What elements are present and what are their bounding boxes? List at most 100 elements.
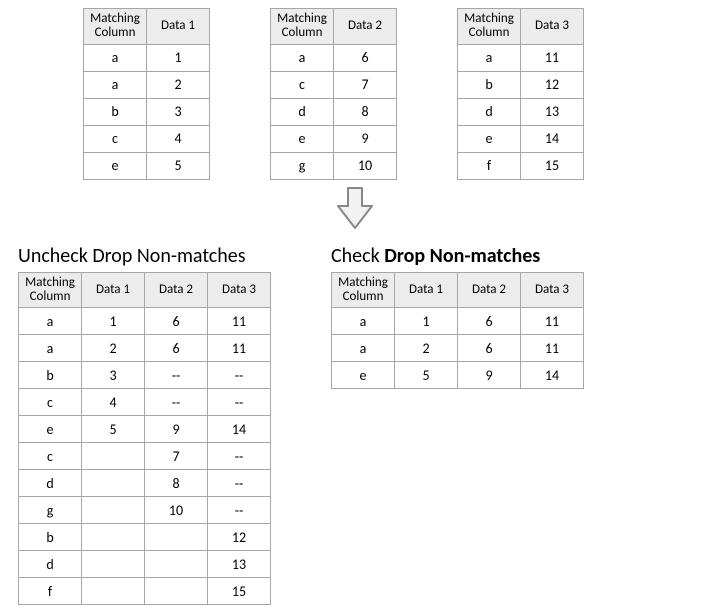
table-cell: 6 <box>458 335 521 362</box>
table-cell: 11 <box>208 308 271 335</box>
table-row: c4---- <box>19 389 271 416</box>
col-header-data3: Data 3 <box>521 272 584 308</box>
table-row: b12 <box>458 71 584 98</box>
table-cell: 15 <box>521 152 584 179</box>
table-cell: 13 <box>208 551 271 578</box>
table-cell: -- <box>145 389 208 416</box>
down-arrow-icon <box>8 184 702 234</box>
col-header-data1: Data 1 <box>82 272 145 308</box>
col-header-data1: Data 1 <box>395 272 458 308</box>
table-cell: 2 <box>147 71 210 98</box>
table-cell: 6 <box>145 335 208 362</box>
table-cell: 3 <box>82 362 145 389</box>
table-cell: -- <box>208 389 271 416</box>
col-header-matching: MatchingColumn <box>458 9 521 45</box>
col-header-matching: MatchingColumn <box>271 9 334 45</box>
uncheck-title: Uncheck Drop Non-matches <box>18 244 271 268</box>
table-cell: a <box>19 335 82 362</box>
table-row: d8 <box>271 98 397 125</box>
col-header-data2: Data 2 <box>145 272 208 308</box>
table-cell: 5 <box>395 362 458 389</box>
table-row: e5914 <box>332 362 584 389</box>
table-cell: c <box>19 443 82 470</box>
table-cell: 5 <box>82 416 145 443</box>
table-row: d13 <box>458 98 584 125</box>
table-cell <box>145 578 208 605</box>
table-cell: b <box>458 71 521 98</box>
check-result-body: a1611a2611e5914 <box>332 308 584 389</box>
col-header-matching: MatchingColumn <box>19 272 82 308</box>
table-cell: 1 <box>82 308 145 335</box>
table-row: b3---- <box>19 362 271 389</box>
table-row: a2 <box>84 71 210 98</box>
table-row: a1 <box>84 44 210 71</box>
table-cell <box>82 497 145 524</box>
table-cell <box>82 551 145 578</box>
table-cell: 14 <box>208 416 271 443</box>
table-row: d 13 <box>19 551 271 578</box>
table-cell: 7 <box>334 71 397 98</box>
table-cell: e <box>458 125 521 152</box>
table-cell: -- <box>145 362 208 389</box>
col-header-data3: Data 3 <box>208 272 271 308</box>
table-cell: 9 <box>458 362 521 389</box>
table-cell: g <box>19 497 82 524</box>
uncheck-result-body: a1611a2611b3----c4----e5914c7--d8--g10--… <box>19 308 271 605</box>
table-cell: a <box>332 335 395 362</box>
table-row: a1611 <box>332 308 584 335</box>
table-row: c7-- <box>19 443 271 470</box>
table-cell: 6 <box>145 308 208 335</box>
table-cell <box>82 470 145 497</box>
table-cell: 4 <box>147 125 210 152</box>
table-cell: 14 <box>521 125 584 152</box>
table-row: a2611 <box>332 335 584 362</box>
source-table-3-body: a11b12d13e14f15 <box>458 44 584 179</box>
table-cell: 10 <box>334 152 397 179</box>
table-row: e9 <box>271 125 397 152</box>
table-row: d8-- <box>19 470 271 497</box>
table-cell: a <box>271 44 334 71</box>
table-cell: 6 <box>458 308 521 335</box>
table-cell: 12 <box>521 71 584 98</box>
table-cell: a <box>458 44 521 71</box>
table-row: f15 <box>458 152 584 179</box>
table-cell: 2 <box>82 335 145 362</box>
col-header-data2: Data 2 <box>334 9 397 45</box>
uncheck-result-table: MatchingColumn Data 1 Data 2 Data 3 a161… <box>18 272 271 606</box>
table-cell: 14 <box>521 362 584 389</box>
check-title: Check Drop Non-matches <box>331 244 584 268</box>
col-header-data3: Data 3 <box>521 9 584 45</box>
table-cell: d <box>19 551 82 578</box>
table-row: e5914 <box>19 416 271 443</box>
check-result-table: MatchingColumn Data 1 Data 2 Data 3 a161… <box>331 272 584 390</box>
table-cell: -- <box>208 497 271 524</box>
table-row: a11 <box>458 44 584 71</box>
table-cell: 8 <box>145 470 208 497</box>
col-header-matching: MatchingColumn <box>84 9 147 45</box>
source-table-1: MatchingColumn Data 1 a1a2b3c4e5 <box>83 8 210 180</box>
table-cell: g <box>271 152 334 179</box>
table-cell: 12 <box>208 524 271 551</box>
table-cell: 1 <box>395 308 458 335</box>
table-cell: -- <box>208 362 271 389</box>
table-row: e14 <box>458 125 584 152</box>
table-cell: e <box>84 152 147 179</box>
table-cell: a <box>84 44 147 71</box>
table-row: b 12 <box>19 524 271 551</box>
source-tables-row: MatchingColumn Data 1 a1a2b3c4e5 Matchin… <box>83 8 702 180</box>
table-cell: 13 <box>521 98 584 125</box>
table-cell: b <box>19 524 82 551</box>
table-row: b3 <box>84 98 210 125</box>
table-cell: c <box>84 125 147 152</box>
table-row: g10 <box>271 152 397 179</box>
table-cell: -- <box>208 470 271 497</box>
table-cell: 11 <box>521 308 584 335</box>
source-table-2-body: a6c7d8e9g10 <box>271 44 397 179</box>
table-cell: 10 <box>145 497 208 524</box>
table-cell: e <box>332 362 395 389</box>
table-row: f15 <box>19 578 271 605</box>
table-cell: 11 <box>521 44 584 71</box>
table-row: c4 <box>84 125 210 152</box>
table-row: a2611 <box>19 335 271 362</box>
col-header-matching: MatchingColumn <box>332 272 395 308</box>
